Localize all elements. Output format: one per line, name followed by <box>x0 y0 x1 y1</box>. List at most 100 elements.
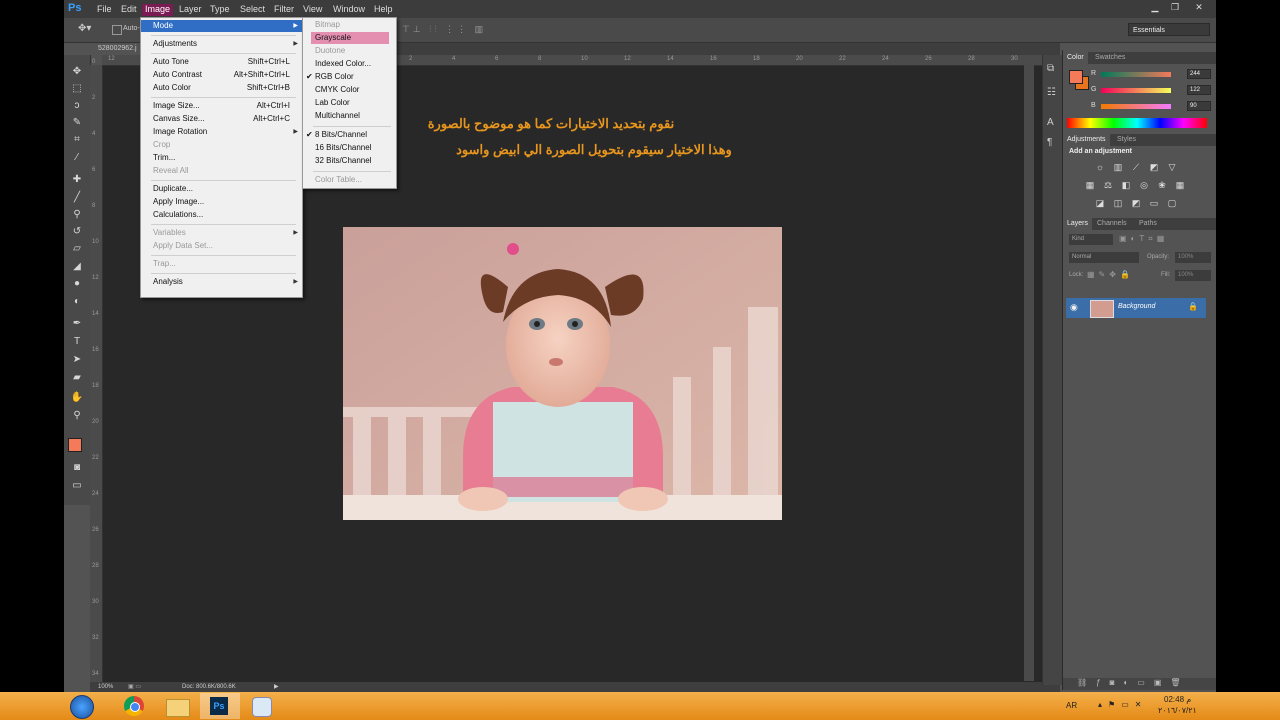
pen-tool-icon[interactable]: ✒ <box>70 317 84 330</box>
blue-gradient[interactable] <box>1101 104 1171 109</box>
shape-tool-icon[interactable]: ▰ <box>70 371 84 384</box>
red-slider[interactable]: R 244 <box>1091 69 1211 80</box>
tab-color[interactable]: Color <box>1063 52 1088 64</box>
layer-background[interactable]: ◉ Background 🔒 <box>1066 298 1206 318</box>
red-gradient[interactable] <box>1101 72 1171 77</box>
green-gradient[interactable] <box>1101 88 1171 93</box>
mode-menu-item[interactable]: 32 Bits/Channel <box>303 155 396 167</box>
image-menu-item[interactable]: Duplicate... <box>141 183 302 195</box>
screen-mode-icon[interactable]: ▭ <box>70 479 84 492</box>
status-arrow-icon[interactable]: ▶ <box>274 682 279 692</box>
image-menu-item[interactable]: Calculations... <box>141 209 302 221</box>
image-menu-item[interactable]: Adjustments ▶ <box>141 38 302 50</box>
brightness-icon[interactable]: ☼ <box>1095 162 1105 172</box>
auto-select-checkbox[interactable] <box>112 25 122 35</box>
image-menu-item[interactable]: Auto Color Shift+Ctrl+B <box>141 82 302 94</box>
eye-icon[interactable]: ◉ <box>1070 302 1078 313</box>
restore-icon[interactable]: ❐ <box>1168 2 1182 13</box>
document-image[interactable] <box>343 227 782 520</box>
clone-stamp-icon[interactable]: ⚲ <box>70 208 84 221</box>
blend-mode-dropdown[interactable]: Normal <box>1069 252 1139 263</box>
mode-menu-item[interactable]: ✔ 8 Bits/Channel <box>303 129 396 141</box>
dodge-tool-icon[interactable]: ◐ <box>70 295 84 308</box>
brush-tool-icon[interactable]: ╱ <box>70 191 84 204</box>
vertical-scrollbar[interactable] <box>1024 65 1034 681</box>
green-value[interactable]: 122 <box>1187 85 1211 95</box>
image-menu-item[interactable]: Auto Contrast Alt+Shift+Ctrl+L <box>141 69 302 81</box>
workspace-dropdown[interactable]: Essentials <box>1128 23 1210 36</box>
history-brush-icon[interactable]: ↺ <box>70 225 84 238</box>
green-slider[interactable]: G 122 <box>1091 85 1211 96</box>
menu-help[interactable]: Help <box>371 4 396 16</box>
lasso-tool-icon[interactable]: ↄ <box>70 99 84 112</box>
exposure-icon[interactable]: ◩ <box>1149 162 1159 172</box>
menu-select[interactable]: Select <box>237 4 268 16</box>
paint-taskbar-icon[interactable] <box>242 693 282 719</box>
layer-kind-filter[interactable]: Kind <box>1069 234 1113 245</box>
posterize-icon[interactable]: ◫ <box>1113 198 1123 208</box>
marquee-tool-icon[interactable]: ⬚ <box>70 82 84 95</box>
channel-mixer-icon[interactable]: ❀ <box>1157 180 1167 190</box>
menu-layer[interactable]: Layer <box>176 4 205 16</box>
gradient-map-icon[interactable]: ▭ <box>1149 198 1159 208</box>
character-panel-icon[interactable]: A <box>1047 117 1054 128</box>
menu-view[interactable]: View <box>300 4 325 16</box>
menu-filter[interactable]: Filter <box>271 4 297 16</box>
menu-file[interactable]: File <box>94 4 115 16</box>
align-icons[interactable]: ⊤⊥ ⫶⫶ ⋮⋮ ▥ <box>402 24 486 35</box>
tab-adjustments[interactable]: Adjustments <box>1063 134 1110 146</box>
black-white-icon[interactable]: ◧ <box>1121 180 1131 190</box>
color-spectrum[interactable] <box>1067 118 1207 128</box>
language-indicator[interactable]: AR <box>1066 701 1077 710</box>
quick-select-icon[interactable]: ✎ <box>70 116 84 129</box>
lock-icons[interactable]: ▦✎✥🔒 <box>1087 270 1134 279</box>
mode-menu-item[interactable]: 16 Bits/Channel <box>303 142 396 154</box>
curves-icon[interactable]: ⟋ <box>1131 162 1141 172</box>
image-menu-item[interactable]: Canvas Size... Alt+Ctrl+C <box>141 113 302 125</box>
eraser-tool-icon[interactable]: ▱ <box>70 242 84 255</box>
paragraph-panel-icon[interactable]: ¶ <box>1047 137 1052 148</box>
menu-image[interactable]: Image <box>142 4 174 16</box>
mode-menu-item[interactable]: ✔ RGB Color <box>303 71 396 83</box>
path-select-icon[interactable]: ➤ <box>70 353 84 366</box>
mode-menu-item[interactable]: Grayscale <box>311 32 389 44</box>
hand-tool-icon[interactable]: ✋ <box>70 391 84 404</box>
photo-filter-icon[interactable]: ◎ <box>1139 180 1149 190</box>
eyedropper-tool-icon[interactable]: ⁄ <box>70 151 84 164</box>
minimize-icon[interactable]: ▁ <box>1148 2 1162 13</box>
blue-value[interactable]: 90 <box>1187 101 1211 111</box>
image-menu-item[interactable]: Image Rotation ▶ <box>141 126 302 138</box>
fill-field[interactable]: 100% <box>1175 270 1211 281</box>
image-menu-item[interactable]: Trim... <box>141 152 302 164</box>
menu-window[interactable]: Window <box>330 4 368 16</box>
menu-type[interactable]: Type <box>207 4 233 16</box>
fg-color-swatch[interactable] <box>1069 70 1083 84</box>
move-tool-icon[interactable]: ✥ <box>70 65 84 78</box>
clock-date[interactable]: ٢٠١٦/٠٧/٢١ <box>1158 706 1197 715</box>
color-balance-icon[interactable]: ⚖ <box>1103 180 1113 190</box>
image-menu-item[interactable]: Auto Tone Shift+Ctrl+L <box>141 56 302 68</box>
mode-menu-item[interactable]: CMYK Color <box>303 84 396 96</box>
photoshop-taskbar-icon[interactable]: Ps <box>200 693 240 719</box>
explorer-taskbar-icon[interactable] <box>158 693 198 719</box>
vibrance-icon[interactable]: ▽ <box>1167 162 1177 172</box>
invert-icon[interactable]: ◪ <box>1095 198 1105 208</box>
close-icon[interactable]: ✕ <box>1192 2 1206 13</box>
quick-mask-icon[interactable]: ◙ <box>70 461 84 474</box>
mode-menu-item[interactable]: Indexed Color... <box>303 58 396 70</box>
tab-channels[interactable]: Channels <box>1093 218 1131 230</box>
layers-footer-icons[interactable]: ⛓ƒ◙◐▭▣🗑 <box>1063 678 1216 690</box>
image-menu-item[interactable]: Image Size... Alt+Ctrl+I <box>141 100 302 112</box>
mode-menu-item[interactable]: Multichannel <box>303 110 396 122</box>
levels-icon[interactable]: ▥ <box>1113 162 1123 172</box>
tab-paths[interactable]: Paths <box>1135 218 1161 230</box>
zoom-tool-icon[interactable]: ⚲ <box>70 409 84 422</box>
image-menu-item[interactable]: Apply Image... <box>141 196 302 208</box>
image-menu-item[interactable]: Mode ▶ <box>141 20 302 32</box>
threshold-icon[interactable]: ◩ <box>1131 198 1141 208</box>
gradient-tool-icon[interactable]: ◢ <box>70 260 84 273</box>
hue-sat-icon[interactable]: ▦ <box>1085 180 1095 190</box>
blue-slider[interactable]: B 90 <box>1091 101 1211 112</box>
type-tool-icon[interactable]: T <box>70 335 84 348</box>
selective-color-icon[interactable]: ▢ <box>1167 198 1177 208</box>
